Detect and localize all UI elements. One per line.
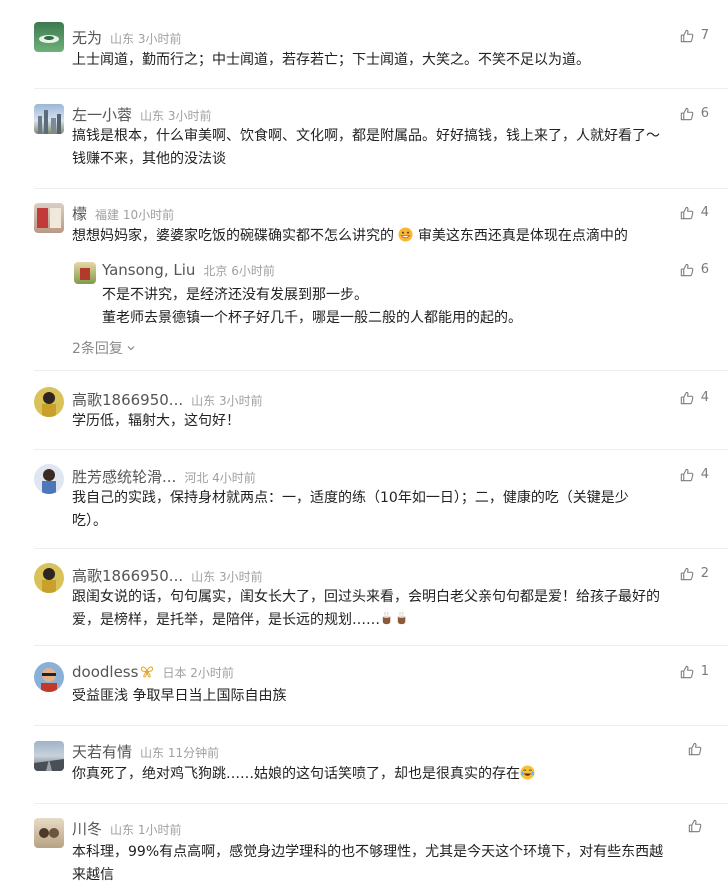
avatar[interactable] [34,818,64,848]
comment-meta: 山东 3小时前 [191,394,263,408]
reply-text: 不是不讲究，是经济还没有发展到那一步。 董老师去景德镇一个杯子好几千，哪是一般二… [102,287,522,326]
thumbs-up-icon [688,819,702,833]
expand-replies-button[interactable]: 2条回复 [72,338,136,358]
thumbs-up-icon [688,742,702,756]
divider [34,449,728,450]
thumbs-up-icon [680,29,694,43]
comment-meta: 河北 4小时前 [184,471,256,485]
username[interactable]: 胜芳感统轮滑... 河北 4小时前 [72,466,256,487]
comment-meta: 山东 3小时前 [140,109,212,123]
reply-like-button[interactable]: 6 [680,262,709,277]
comment-meta: 福建 10小时前 [95,208,175,222]
comment-text: 我自己的实践，保持身材就两点：一，适度的练（10年如一日）；二，健康的吃（关键是… [72,490,629,529]
comment-text: 跟闺女说的话，句句属实，闺女长大了，回过头来看，会明白老父亲句句都是爱！给孩子最… [72,589,660,628]
thumbs-up-icon [680,206,694,220]
thumbs-up-icon [680,567,694,581]
comment-text: 上士闻道，勤而行之；中士闻道，若存若亡；下士闻道，大笑之。不笑不足以为道。 [72,52,590,68]
like-count: 4 [700,467,709,482]
comment-meta: 山东 1小时前 [110,823,182,837]
avatar[interactable] [34,22,64,52]
avatar[interactable] [34,741,64,771]
chevron-down-icon [127,346,135,351]
username[interactable]: doodless 日本 2小时前 [72,663,234,681]
like-count: 7 [700,28,709,43]
like-button[interactable]: 4 [680,467,709,482]
comment-meta: 山东 3小时前 [191,570,263,584]
comment-text: 想想妈妈家，婆婆家吃饭的碗碟确实都不怎么讲究的 审美这东西还真是体现在点滴中的 [72,227,628,244]
username[interactable]: 川冬 山东 1小时前 [72,818,182,839]
thumbs-up-icon [680,665,694,679]
like-count: 6 [700,262,709,277]
username[interactable]: 高歌1866950... 山东 3小时前 [72,565,263,586]
butterfly-badge-icon [141,666,154,678]
username[interactable]: 左一小蓉 山东 3小时前 [72,104,212,125]
like-count: 4 [700,205,709,220]
comment-text: 学历低，辐射大，这句好！ [72,413,240,429]
coffee-emoji [382,611,391,625]
like-count: 2 [700,566,709,581]
divider [34,188,728,189]
divider [34,803,728,804]
username[interactable]: 高歌1866950... 山东 3小时前 [72,389,263,410]
like-button[interactable]: 4 [680,205,709,220]
like-button[interactable]: 7 [680,28,709,43]
divider [34,548,728,549]
like-button[interactable]: 2 [680,566,709,581]
thumbs-up-icon [680,391,694,405]
divider [34,370,728,371]
divider [34,645,728,646]
comment-meta: 山东 11分钟前 [140,746,220,760]
thumbs-up-icon [680,468,694,482]
thumbs-up-icon [680,263,694,277]
like-button[interactable]: 6 [680,106,709,121]
comment-meta: 日本 2小时前 [162,666,234,680]
avatar[interactable] [34,662,64,692]
thumbs-up-icon [680,107,694,121]
avatar[interactable] [34,104,64,134]
like-count: 1 [700,664,709,679]
grinning-face-emoji [398,227,413,242]
comment-text: 受益匪浅 争取早日当上国际自由族 [72,688,287,704]
divider [34,725,728,726]
divider [34,88,728,89]
like-button[interactable] [688,742,709,756]
comment-text: 本科理，99%有点高啊，感觉身边学理科的也不够理性，尤其是今天这个环境下，对有些… [72,844,664,883]
reply-meta: 北京 6小时前 [203,264,275,278]
coffee-emoji [397,611,406,625]
username[interactable]: 天若有情 山东 11分钟前 [72,741,219,762]
username[interactable]: 无为 山东 3小时前 [72,27,182,48]
like-count: 6 [700,106,709,121]
comment-text: 你真死了，绝对鸡飞狗跳……姑娘的这句话笑喷了，却也是很真实的存在 [72,763,712,786]
reply-avatar[interactable] [74,262,96,284]
like-button[interactable]: 1 [680,664,709,679]
like-button[interactable] [688,819,709,833]
avatar[interactable] [34,563,64,593]
reply-username[interactable]: Yansong, Liu 北京 6小时前 [102,261,275,279]
avatar[interactable] [34,203,64,233]
avatar[interactable] [34,464,64,494]
like-button[interactable]: 4 [680,390,709,405]
laughing-tears-emoji [520,765,535,780]
comment-text: 搞钱是根本，什么审美啊、饮食啊、文化啊，都是附属品。好好搞钱，钱上来了，人就好看… [72,128,660,167]
like-count: 4 [700,390,709,405]
comment-meta: 山东 3小时前 [110,32,182,46]
username[interactable]: 檬福建 10小时前 [72,203,174,224]
avatar[interactable] [34,387,64,417]
